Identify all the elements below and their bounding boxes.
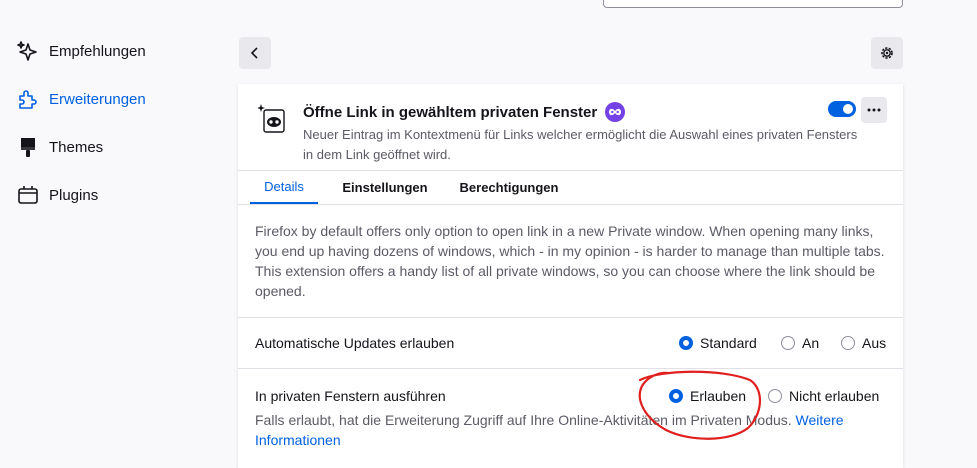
updates-option-off[interactable]: Aus xyxy=(841,335,886,351)
sidebar-item-label: Empfehlungen xyxy=(49,42,146,60)
extension-short-description: Neuer Eintrag im Kontextmenü für Links w… xyxy=(303,127,858,162)
updates-option-standard[interactable]: Standard xyxy=(679,335,757,351)
sparkles-icon xyxy=(16,39,40,63)
tab-details[interactable]: Details xyxy=(250,171,318,204)
gear-icon xyxy=(881,47,893,59)
chevron-left-icon xyxy=(250,47,258,59)
extension-logo-icon xyxy=(257,102,286,134)
sidebar-item-label: Erweiterungen xyxy=(49,90,146,108)
private-browsing-description: Falls erlaubt, hat die Erweiterung Zugri… xyxy=(255,412,844,448)
sidebar-item-label: Themes xyxy=(49,138,104,156)
paintbrush-icon xyxy=(16,135,40,159)
sidebar-item-recommendations[interactable]: Empfehlungen xyxy=(16,37,146,65)
plugin-icon xyxy=(16,183,40,207)
divider xyxy=(238,317,903,318)
puzzle-icon xyxy=(16,87,40,111)
more-options-button[interactable] xyxy=(861,97,887,123)
sidebar-item-plugins[interactable]: Plugins xyxy=(16,181,98,209)
settings-button[interactable] xyxy=(871,37,903,69)
extension-detail-card: Öffne Link in gewähltem privaten Fenster… xyxy=(238,84,903,468)
sidebar-item-themes[interactable]: Themes xyxy=(16,133,103,161)
private-browsing-label: In privaten Fenstern ausführen xyxy=(255,388,446,404)
private-browsing-allow[interactable]: Erlauben xyxy=(669,388,746,404)
extension-title: Öffne Link in gewähltem privaten Fenster xyxy=(303,102,626,122)
ellipsis-icon xyxy=(867,108,881,112)
sidebar-item-extensions[interactable]: Erweiterungen xyxy=(16,85,146,113)
extension-long-description: Firefox by default offers only option to… xyxy=(255,223,885,299)
private-browsing-badge-icon xyxy=(605,102,626,122)
tab-permissions[interactable]: Berechtigungen xyxy=(449,171,569,204)
back-button[interactable] xyxy=(239,37,271,69)
sidebar-item-label: Plugins xyxy=(49,186,99,204)
updates-label: Automatische Updates erlauben xyxy=(255,335,455,351)
tab-settings[interactable]: Einstellungen xyxy=(332,171,438,204)
updates-option-on[interactable]: An xyxy=(781,335,819,351)
detail-tabs: Details Einstellungen Berechtigungen xyxy=(238,170,903,205)
divider xyxy=(238,368,903,369)
private-browsing-disallow[interactable]: Nicht erlauben xyxy=(768,388,879,404)
extension-enable-toggle[interactable] xyxy=(828,101,856,117)
extension-title-text: Öffne Link in gewähltem privaten Fenster xyxy=(303,103,598,121)
search-input[interactable] xyxy=(603,0,903,8)
